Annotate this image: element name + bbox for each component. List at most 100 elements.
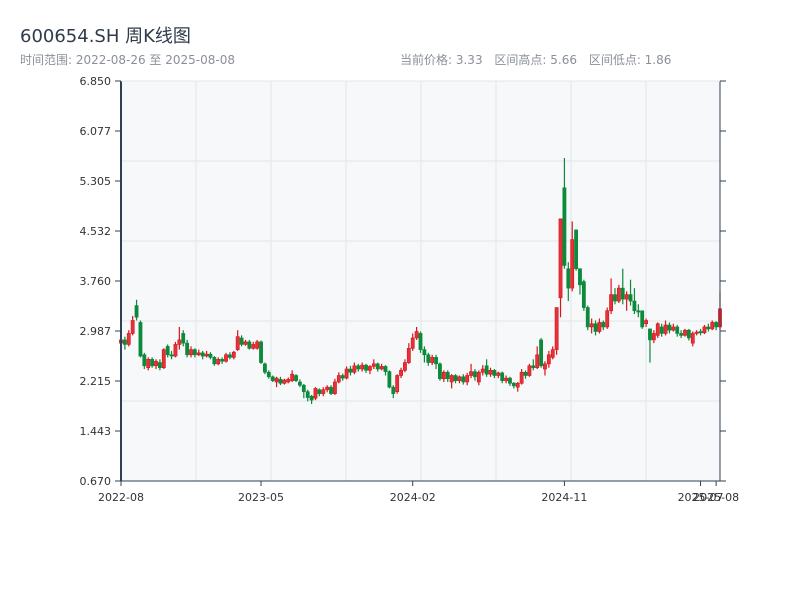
candle-body: [640, 310, 645, 328]
candle-body: [142, 354, 147, 367]
candle-body: [255, 341, 260, 349]
x-tick-label: 2025-08: [693, 491, 739, 504]
candle-body: [224, 354, 228, 362]
candle-body: [504, 377, 508, 381]
x-tick-label: 2023-05: [238, 491, 284, 504]
candle-body: [449, 375, 454, 383]
candle-body: [375, 363, 380, 370]
candle-body: [593, 323, 598, 332]
candle-body: [146, 359, 151, 369]
candle-body: [274, 377, 279, 383]
candle-body: [488, 370, 493, 375]
candle-body: [527, 365, 532, 376]
candle-body: [426, 354, 431, 363]
candle-body: [259, 341, 263, 363]
y-tick-label: 4.532: [80, 225, 112, 238]
candle-body: [134, 305, 139, 318]
candle-body: [177, 339, 182, 345]
y-tick-label: 1.443: [80, 425, 112, 438]
candle-body: [663, 324, 668, 334]
candle-body: [294, 375, 298, 381]
candle-body: [550, 349, 555, 358]
candle-body: [620, 287, 625, 300]
candle-body: [399, 370, 403, 376]
candle: [138, 320, 143, 358]
candle-body: [438, 363, 442, 380]
candle: [683, 328, 687, 337]
candle-body: [632, 300, 637, 312]
candle-body: [301, 384, 306, 392]
candle-body: [667, 324, 672, 331]
candle: [438, 362, 442, 381]
candle: [263, 362, 267, 375]
candle-body: [352, 365, 357, 373]
candle-body: [414, 331, 419, 339]
y-tick-label: 3.760: [80, 275, 112, 288]
candle-body: [418, 333, 423, 350]
y-tick-label: 5.305: [80, 175, 112, 188]
candle-body: [391, 386, 396, 394]
candle-body: [644, 320, 648, 325]
candle-body: [403, 362, 407, 371]
candle-body: [150, 359, 155, 367]
candle-body: [270, 376, 275, 381]
candle-body: [473, 371, 477, 378]
candle-body: [546, 354, 551, 365]
candle: [539, 337, 543, 368]
candle-body: [395, 375, 400, 392]
candle: [395, 374, 400, 394]
candle-body: [200, 352, 205, 357]
candle-body: [519, 371, 524, 384]
candle: [313, 387, 318, 401]
candle: [581, 279, 586, 311]
candlestick-chart: 6.850 6.077 5.305 4.532 3.760 2.987 2.215 1.443…: [80, 75, 740, 504]
candle-body: [675, 326, 680, 334]
candle-body: [543, 363, 547, 370]
candle-body: [706, 326, 711, 330]
candle-body: [457, 376, 462, 381]
candle: [294, 374, 298, 382]
candle-body: [196, 352, 201, 356]
candle-body: [204, 353, 209, 357]
candle-body: [383, 366, 388, 372]
candle-body: [309, 395, 314, 401]
candle-body: [189, 349, 193, 356]
candle-body: [305, 391, 310, 398]
candle-body: [313, 388, 318, 399]
candle-body: [157, 362, 162, 369]
x-tick-label: 2022-08: [98, 491, 144, 504]
candle-body: [387, 371, 392, 388]
candle-body: [235, 336, 240, 350]
candle-body: [317, 389, 322, 394]
candle-body: [371, 363, 376, 367]
candle-body: [239, 337, 244, 345]
candle-body: [609, 294, 613, 312]
candle: [161, 348, 166, 370]
candle-body: [698, 331, 703, 334]
x-tick-label: 2024-11: [541, 491, 587, 504]
y-tick-label: 6.077: [80, 125, 112, 138]
candle-body: [220, 359, 225, 362]
candle-body: [511, 382, 516, 387]
candle-body: [702, 326, 707, 334]
candle: [418, 331, 423, 353]
candle: [527, 363, 532, 377]
candle-body: [282, 379, 287, 384]
candle-body: [679, 333, 684, 336]
candle-body: [154, 360, 158, 367]
candle-body: [578, 268, 582, 286]
candle-body: [231, 351, 236, 358]
candle-body: [298, 381, 302, 386]
candle-body: [616, 287, 621, 302]
candle-body: [648, 328, 652, 341]
candle-body: [655, 323, 660, 336]
y-tick-label: 2.987: [80, 325, 112, 338]
candle-body: [714, 322, 719, 328]
candle-body: [585, 307, 590, 328]
candle-body: [165, 346, 170, 356]
candle-body: [126, 333, 131, 345]
y-tick-label: 0.670: [80, 475, 112, 488]
candle-body: [278, 379, 283, 384]
candle-body: [508, 377, 512, 384]
candle-body: [496, 372, 501, 376]
